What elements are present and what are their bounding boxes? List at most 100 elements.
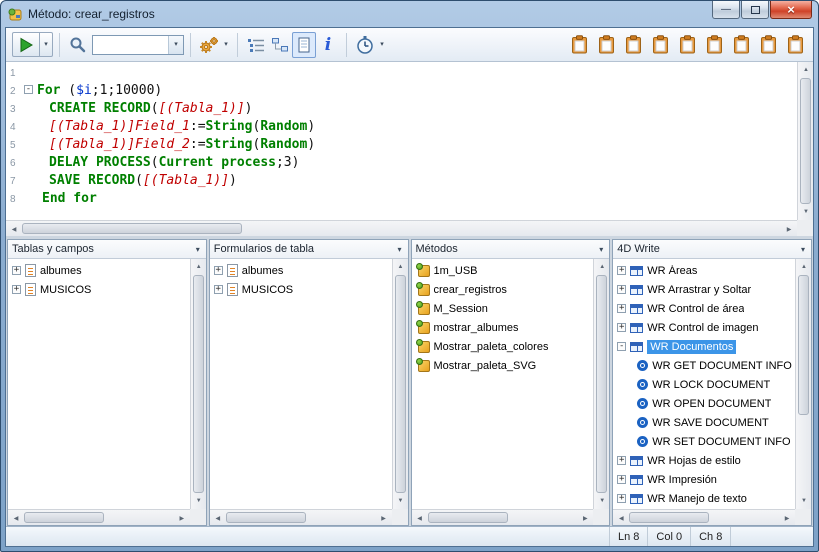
timer-button[interactable] — [353, 32, 377, 58]
method-item[interactable]: Mostrar_paleta_SVG — [412, 356, 594, 375]
clipboard-1-button[interactable] — [567, 32, 591, 58]
wr-command-item[interactable]: WR LOCK DOCUMENT — [613, 375, 795, 394]
collapse-toggle-icon[interactable]: - — [24, 85, 33, 94]
code-editor[interactable]: 1 2 -For ($i;1;10000) 3 CREATE RECORD([(… — [6, 62, 813, 236]
wr-command-item[interactable]: WR OPEN DOCUMENT — [613, 394, 795, 413]
panel-header-4d-write[interactable]: 4D Write ▾ — [613, 240, 811, 259]
collapse-icon[interactable]: - — [617, 342, 626, 351]
scroll-left-icon[interactable]: ◀ — [613, 510, 629, 526]
scroll-left-icon[interactable]: ◀ — [6, 221, 22, 237]
clipboard-7-button[interactable] — [729, 32, 753, 58]
macros-button[interactable] — [197, 32, 221, 58]
scrollbar-thumb[interactable] — [596, 275, 607, 493]
clipboard-6-button[interactable] — [702, 32, 726, 58]
scroll-down-icon[interactable]: ▼ — [594, 493, 610, 509]
scrollbar-thumb[interactable] — [629, 512, 709, 523]
chevron-down-icon[interactable]: ▾ — [196, 245, 200, 254]
method-item[interactable]: mostrar_albumes — [412, 318, 594, 337]
vertical-scrollbar[interactable]: ▲ ▼ — [593, 259, 609, 509]
scrollbar-thumb[interactable] — [226, 512, 306, 523]
scroll-left-icon[interactable]: ◀ — [8, 510, 24, 526]
panel-header-table-forms[interactable]: Formularios de tabla ▾ — [210, 240, 408, 259]
scrollbar-thumb[interactable] — [22, 223, 242, 234]
horizontal-scrollbar[interactable]: ◀ ▶ — [412, 509, 594, 525]
panel-header-tables[interactable]: Tablas y campos ▾ — [8, 240, 206, 259]
scroll-up-icon[interactable]: ▲ — [796, 259, 812, 275]
expand-icon[interactable]: + — [214, 266, 223, 275]
wr-theme-item[interactable]: + WR Áreas — [613, 261, 795, 280]
vertical-scrollbar[interactable]: ▲ ▼ — [795, 259, 811, 509]
expand-icon[interactable]: + — [214, 285, 223, 294]
expand-icon[interactable]: + — [12, 266, 21, 275]
clipboard-4-button[interactable] — [648, 32, 672, 58]
wr-theme-item-selected[interactable]: - WR Documentos — [613, 337, 795, 356]
scroll-right-icon[interactable]: ▶ — [174, 510, 190, 526]
clipboard-3-button[interactable] — [621, 32, 645, 58]
method-item[interactable]: M_Session — [412, 299, 594, 318]
expand-icon[interactable]: + — [617, 285, 626, 294]
clipboard-9-button[interactable] — [783, 32, 807, 58]
wr-theme-item[interactable]: + WR Arrastrar y Soltar — [613, 280, 795, 299]
expand-icon[interactable]: + — [617, 494, 626, 503]
clipboard-5-button[interactable] — [675, 32, 699, 58]
scrollbar-thumb[interactable] — [24, 512, 104, 523]
scrollbar-thumb[interactable] — [798, 275, 809, 415]
macros-dropdown[interactable]: ▾ — [221, 32, 231, 58]
panel-header-methods[interactable]: Métodos ▾ — [412, 240, 610, 259]
maximize-button[interactable] — [741, 1, 769, 19]
wr-command-item[interactable]: WR SAVE DOCUMENT — [613, 413, 795, 432]
tree-item-albumes[interactable]: + albumes — [210, 261, 392, 280]
timer-dropdown[interactable]: ▾ — [377, 32, 387, 58]
vertical-scrollbar[interactable]: ▲ ▼ — [190, 259, 206, 509]
close-button[interactable]: × — [770, 1, 812, 19]
method-info-button[interactable]: i — [316, 32, 340, 58]
search-combo-dropdown[interactable]: ▾ — [168, 36, 183, 54]
minimize-button[interactable]: — — [712, 1, 740, 19]
wr-theme-item[interactable]: + WR Manejo de texto — [613, 489, 795, 508]
vertical-scrollbar[interactable]: ▲ ▼ — [392, 259, 408, 509]
titlebar[interactable]: Método: crear_registros — × — [5, 1, 814, 27]
expand-icon[interactable]: + — [617, 475, 626, 484]
scroll-up-icon[interactable]: ▲ — [191, 259, 207, 275]
expand-icon[interactable]: + — [617, 456, 626, 465]
structure-tree-button[interactable] — [268, 32, 292, 58]
clipboard-2-button[interactable] — [594, 32, 618, 58]
tree-item-musicos[interactable]: + MUSICOS — [210, 280, 392, 299]
horizontal-scrollbar[interactable]: ◀ ▶ — [8, 509, 190, 525]
tree-item-albumes[interactable]: + albumes — [8, 261, 190, 280]
search-button[interactable] — [66, 32, 90, 58]
wr-command-item[interactable]: WR GET DOCUMENT INFO — [613, 356, 795, 375]
scroll-down-icon[interactable]: ▼ — [796, 493, 812, 509]
tree-item-musicos[interactable]: + MUSICOS — [8, 280, 190, 299]
method-item[interactable]: 1m_USB — [412, 261, 594, 280]
scroll-up-icon[interactable]: ▲ — [594, 259, 610, 275]
scrollbar-thumb[interactable] — [428, 512, 508, 523]
chevron-down-icon[interactable]: ▾ — [397, 245, 401, 254]
editor-horizontal-scrollbar[interactable]: ◀ ▶ — [6, 220, 797, 236]
expand-icon[interactable]: + — [617, 323, 626, 332]
wr-theme-item[interactable]: + WR Control de imagen — [613, 318, 795, 337]
run-method-button[interactable] — [12, 32, 40, 57]
chevron-down-icon[interactable]: ▾ — [599, 245, 603, 254]
scroll-right-icon[interactable]: ▶ — [577, 510, 593, 526]
editor-vertical-scrollbar[interactable]: ▲ ▼ — [797, 62, 813, 220]
scrollbar-thumb[interactable] — [395, 275, 406, 493]
scrollbar-thumb[interactable] — [193, 275, 204, 493]
code-area[interactable]: 1 2 -For ($i;1;10000) 3 CREATE RECORD([(… — [6, 62, 797, 220]
clipboard-8-button[interactable] — [756, 32, 780, 58]
scroll-down-icon[interactable]: ▼ — [798, 204, 814, 220]
wr-theme-item[interactable]: + WR Control de área — [613, 299, 795, 318]
scroll-left-icon[interactable]: ◀ — [210, 510, 226, 526]
scroll-up-icon[interactable]: ▲ — [393, 259, 409, 275]
wr-command-item[interactable]: WR SET DOCUMENT INFO — [613, 432, 795, 451]
scroll-down-icon[interactable]: ▼ — [393, 493, 409, 509]
method-item[interactable]: crear_registros — [412, 280, 594, 299]
scroll-down-icon[interactable]: ▼ — [191, 493, 207, 509]
search-input[interactable] — [93, 36, 168, 54]
expand-icon[interactable]: + — [12, 285, 21, 294]
chevron-down-icon[interactable]: ▾ — [801, 245, 805, 254]
preview-page-button[interactable] — [292, 32, 316, 58]
run-method-dropdown[interactable]: ▾ — [40, 32, 53, 57]
horizontal-scrollbar[interactable]: ◀ ▶ — [613, 509, 795, 525]
scrollbar-thumb[interactable] — [800, 78, 811, 204]
